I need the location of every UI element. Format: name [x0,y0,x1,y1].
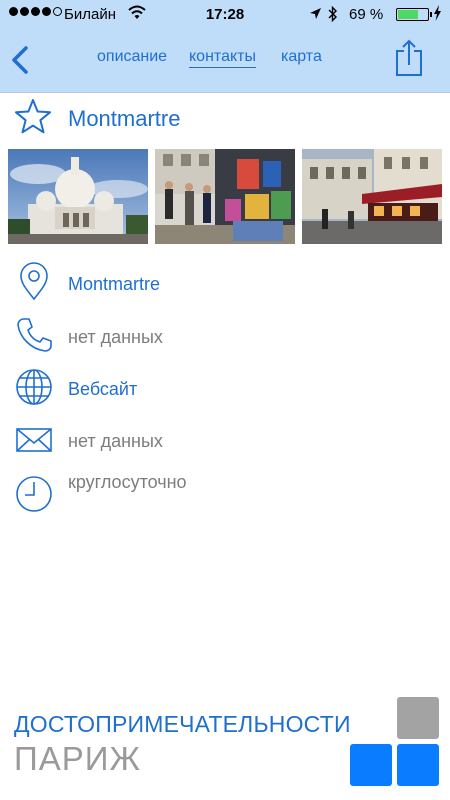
tab-description[interactable]: описание [97,48,167,66]
phone-row: нет данных [0,315,450,359]
map-pin-icon [20,262,48,301]
app-logo-tile-blue-right [397,744,439,786]
battery-icon [396,8,432,21]
app-logo-tile-gray [397,697,439,739]
tab-bar: описание контакты карта [0,48,450,72]
tab-map[interactable]: карта [281,48,322,66]
top-bar: Билайн 17:28 69 % описание контакты карт… [0,0,450,93]
app-title-line1: ДОСТОПРИМЕЧАТЕЛЬНОСТИ [14,711,351,737]
battery-percent: 69 % [349,6,384,23]
share-icon [396,39,422,76]
app-logo-tile-blue-left [350,744,392,786]
bluetooth-icon [328,5,338,27]
address-row[interactable]: Montmartre [0,262,450,306]
star-favorite-icon[interactable] [14,98,52,136]
charging-icon [433,5,442,25]
photo-artists-square[interactable] [155,149,295,244]
envelope-icon [16,428,52,452]
hours-text: круглосуточно [68,472,187,492]
app-title-line2: ПАРИЖ [14,740,141,777]
phone-icon [17,318,52,352]
place-header: Montmartre [0,96,450,142]
phone-text: нет данных [68,327,163,347]
address-text[interactable]: Montmartre [68,274,160,295]
website-link[interactable]: Вебсайт [68,379,137,400]
email-text: нет данных [68,431,163,451]
photo-cafe-street[interactable] [302,149,442,244]
photo-sacre-coeur[interactable] [8,149,148,244]
hours-row: круглосуточно [0,471,450,515]
tab-contacts[interactable]: контакты [189,48,256,68]
website-row[interactable]: Вебсайт [0,367,450,411]
share-button[interactable] [392,37,426,81]
place-title: Montmartre [68,106,181,131]
location-arrow-icon [309,7,322,25]
status-bar: Билайн 17:28 69 % [0,0,450,30]
globe-icon [16,369,52,405]
clock-icon [16,476,52,512]
email-row: нет данных [0,419,450,463]
